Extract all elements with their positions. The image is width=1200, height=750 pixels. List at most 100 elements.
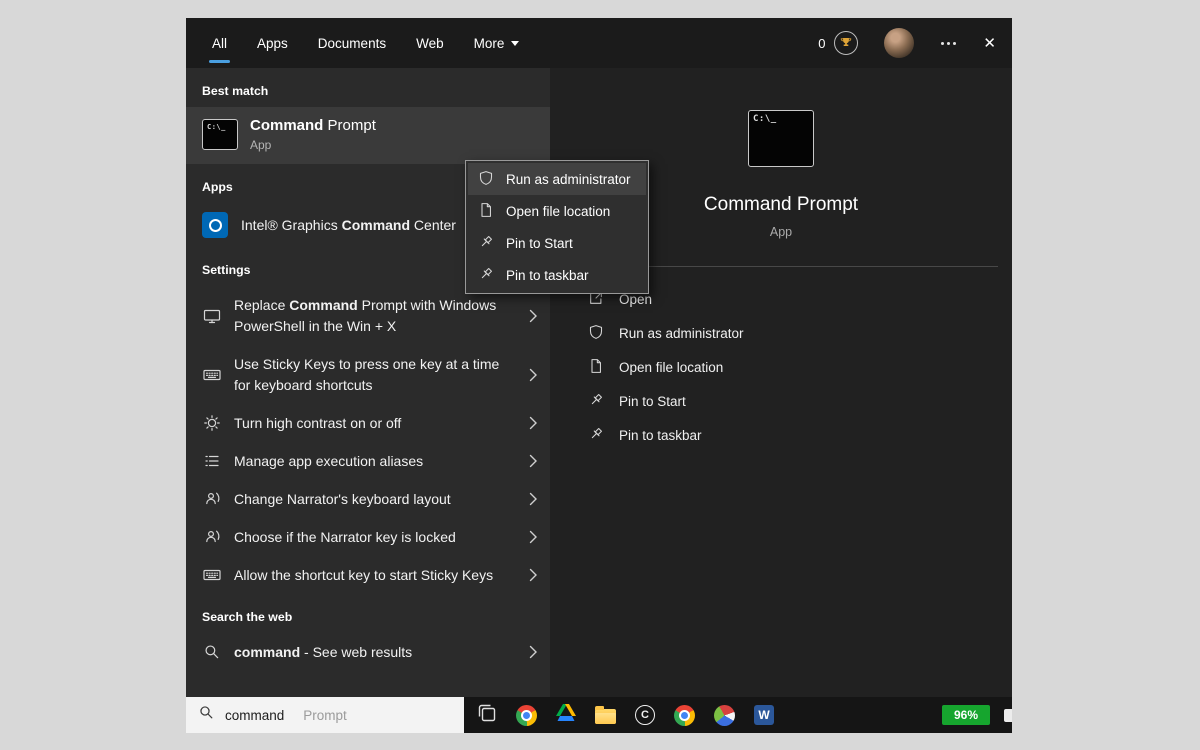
pin-icon (478, 266, 494, 285)
close-icon[interactable]: ✕ (983, 34, 996, 52)
google-drive-icon[interactable] (556, 704, 576, 726)
taskbar-tray: 96% (942, 705, 1012, 725)
chrome-icon[interactable] (516, 705, 537, 726)
preview-actions: Open Run as administrator Open file loca… (550, 282, 1012, 452)
action-pin-to-taskbar[interactable]: Pin to taskbar (550, 418, 1012, 452)
taskbar-icons: C W (477, 703, 774, 728)
menu-item-label: Pin to Start (506, 236, 573, 251)
action-run-as-administrator[interactable]: Run as administrator (550, 316, 1012, 350)
cmd-glyph: C:\_ (207, 123, 226, 131)
file-icon (588, 358, 604, 377)
app-item-label: Intel® Graphics Command Center (241, 217, 456, 233)
settings-item-label: Choose if the Narrator key is locked (234, 527, 512, 548)
user-avatar[interactable] (884, 28, 914, 58)
action-label: Pin to Start (619, 394, 686, 409)
tab-more-label: More (474, 36, 505, 51)
menu-item-label: Pin to taskbar (506, 268, 589, 283)
intel-gcc-icon (202, 212, 228, 238)
tab-more[interactable]: More (474, 18, 520, 68)
contrast-sun-icon (202, 414, 221, 432)
tray-icon[interactable] (1004, 709, 1012, 722)
header-controls: 0 ✕ (818, 28, 996, 58)
command-prompt-icon: C:\_ (202, 119, 238, 150)
menu-item-pin-to-start[interactable]: Pin to Start (468, 227, 646, 259)
menu-item-label: Run as administrator (506, 172, 631, 187)
context-menu: Run as administrator Open file location … (465, 160, 649, 294)
tab-all-label: All (212, 36, 227, 51)
chrome-icon-2[interactable] (674, 705, 695, 726)
menu-item-run-as-administrator[interactable]: Run as administrator (468, 163, 646, 195)
circle-c-icon[interactable]: C (635, 705, 655, 725)
chevron-right-icon (529, 454, 538, 468)
best-match-item[interactable]: C:\_ Command Prompt App (186, 107, 550, 164)
list-icon (202, 452, 221, 470)
best-match-header: Best match (186, 68, 550, 107)
web-search-item[interactable]: command - See web results (186, 633, 550, 671)
chevron-down-icon (511, 41, 519, 46)
file-icon (478, 202, 494, 221)
action-label: Open file location (619, 360, 723, 375)
narrator-icon (202, 528, 221, 546)
colorful-app-icon[interactable] (714, 705, 735, 726)
settings-item-label: Replace Command Prompt with Windows Powe… (234, 295, 512, 337)
search-input-value: command (225, 708, 284, 723)
taskbar-search-box[interactable]: command Prompt (186, 697, 464, 733)
settings-item-label: Use Sticky Keys to press one key at a ti… (234, 354, 512, 396)
settings-item-label: Allow the shortcut key to start Sticky K… (234, 565, 512, 586)
settings-item-powershell[interactable]: Replace Command Prompt with Windows Powe… (186, 286, 550, 345)
search-suggestion: Prompt (303, 708, 347, 723)
settings-item-narrator-layout[interactable]: Change Narrator's keyboard layout (186, 480, 550, 518)
menu-item-label: Open file location (506, 204, 610, 219)
pin-icon (588, 426, 604, 445)
search-header: All Apps Documents Web More 0 ✕ (186, 18, 1012, 68)
search-web-header: Search the web (186, 594, 550, 633)
chevron-right-icon (529, 530, 538, 544)
tab-web-label: Web (416, 36, 444, 51)
pin-icon (588, 392, 604, 411)
menu-item-pin-to-taskbar[interactable]: Pin to taskbar (468, 259, 646, 291)
settings-item-app-aliases[interactable]: Manage app execution aliases (186, 442, 550, 480)
file-explorer-icon[interactable] (595, 709, 616, 724)
chevron-right-icon (529, 568, 538, 582)
more-options-icon[interactable] (941, 42, 956, 45)
tab-apps-label: Apps (257, 36, 288, 51)
word-icon[interactable]: W (754, 705, 774, 725)
settings-item-high-contrast[interactable]: Turn high contrast on or off (186, 404, 550, 442)
action-open-file-location[interactable]: Open file location (550, 350, 1012, 384)
chevron-right-icon (529, 309, 538, 323)
battery-indicator[interactable]: 96% (942, 705, 990, 725)
monitor-icon (202, 307, 221, 325)
menu-item-open-file-location[interactable]: Open file location (468, 195, 646, 227)
search-icon (202, 644, 221, 660)
tab-documents[interactable]: Documents (318, 18, 386, 68)
tab-web[interactable]: Web (416, 18, 444, 68)
keyboard-icon (202, 366, 221, 384)
task-view-icon[interactable] (477, 703, 497, 728)
best-match-subtitle: App (250, 138, 376, 152)
shield-icon (478, 170, 494, 189)
settings-item-label: Manage app execution aliases (234, 451, 512, 472)
settings-item-label: Change Narrator's keyboard layout (234, 489, 512, 510)
rewards-trophy-icon[interactable] (834, 31, 858, 55)
web-search-label: command - See web results (234, 642, 512, 663)
search-tabs: All Apps Documents Web More (212, 18, 519, 68)
settings-item-narrator-lock[interactable]: Choose if the Narrator key is locked (186, 518, 550, 556)
command-prompt-icon-large: C:\_ (748, 110, 814, 167)
chevron-right-icon (529, 416, 538, 430)
tab-all[interactable]: All (212, 18, 227, 68)
rewards-count: 0 (818, 36, 825, 51)
settings-item-sticky-shortcut[interactable]: Allow the shortcut key to start Sticky K… (186, 556, 550, 594)
chevron-right-icon (529, 645, 538, 659)
pin-icon (478, 234, 494, 253)
action-label: Pin to taskbar (619, 428, 702, 443)
narrator-icon (202, 490, 221, 508)
action-pin-to-start[interactable]: Pin to Start (550, 384, 1012, 418)
settings-item-sticky-keys[interactable]: Use Sticky Keys to press one key at a ti… (186, 345, 550, 404)
shield-icon (588, 324, 604, 343)
best-match-title: Command Prompt (250, 117, 376, 134)
keyboard-icon (202, 566, 221, 584)
action-label: Run as administrator (619, 326, 744, 341)
tab-apps[interactable]: Apps (257, 18, 288, 68)
windows-search-panel: All Apps Documents Web More 0 ✕ Best mat… (186, 18, 1012, 697)
taskbar: command Prompt C W 96% (186, 697, 1012, 733)
